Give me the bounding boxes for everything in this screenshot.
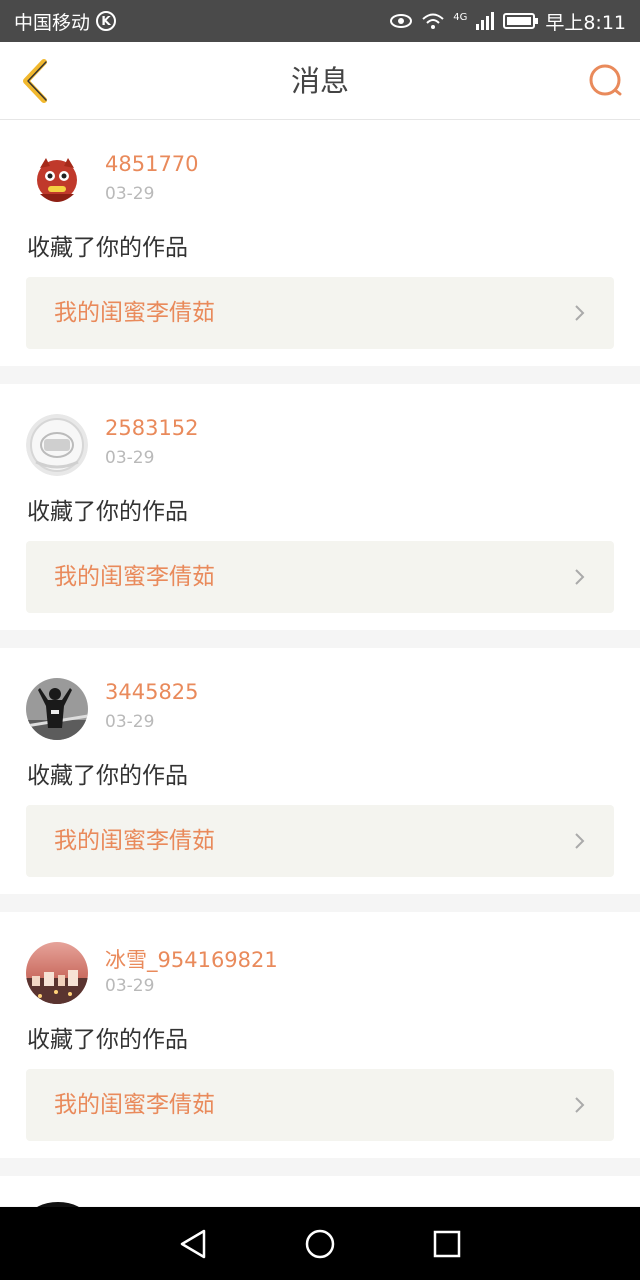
username[interactable]: 冰雪_954169821: [105, 944, 278, 974]
chevron-right-icon: [575, 305, 585, 321]
message-date: 03-29: [105, 976, 155, 996]
system-recents-button[interactable]: [429, 1226, 465, 1262]
work-title: 我的闺蜜李倩茹: [54, 828, 215, 854]
system-home-button[interactable]: [302, 1226, 338, 1262]
sunset-town-avatar[interactable]: [26, 942, 88, 1004]
username[interactable]: 4851770: [105, 152, 199, 176]
action-text: 收藏了你的作品: [27, 499, 188, 525]
triangle-back-icon: [181, 1229, 206, 1258]
username[interactable]: 3445825: [105, 680, 199, 704]
work-link[interactable]: 我的闺蜜李倩茹: [26, 541, 614, 613]
action-text: 收藏了你的作品: [27, 1027, 188, 1053]
chevron-right-icon: [575, 569, 585, 585]
carrier-badge-icon: K: [96, 11, 117, 31]
message-date: 03-29: [105, 184, 155, 204]
red-dragon-avatar[interactable]: [26, 150, 88, 212]
work-title: 我的闺蜜李倩茹: [54, 300, 215, 326]
signal-icon: [476, 12, 495, 30]
work-link[interactable]: 我的闺蜜李倩茹: [26, 277, 614, 349]
header-bar: 消息: [0, 42, 640, 120]
back-button[interactable]: [14, 56, 54, 106]
work-title: 我的闺蜜李倩茹: [54, 564, 215, 590]
system-back-button[interactable]: [175, 1226, 211, 1262]
work-title: 我的闺蜜李倩茹: [54, 1092, 215, 1118]
next-message-card-partial: [0, 1176, 640, 1206]
chevron-right-icon: [575, 833, 585, 849]
chevron-right-icon: [575, 1097, 585, 1113]
message-date: 03-29: [105, 712, 155, 732]
search-icon: [589, 64, 622, 96]
message-date: 03-29: [105, 448, 155, 468]
action-text: 收藏了你的作品: [27, 235, 188, 261]
person-photo-avatar[interactable]: [26, 678, 88, 740]
back-chevron-icon: [23, 59, 47, 103]
network-type: 4G: [453, 12, 468, 23]
search-button[interactable]: [586, 61, 626, 101]
username[interactable]: 2583152: [105, 416, 199, 440]
circle-home-icon: [305, 1229, 335, 1258]
message-card: 4851770 03-29 收藏了你的作品 我的闺蜜李倩茹: [0, 120, 640, 366]
wifi-icon: [422, 13, 444, 29]
message-list: 4851770 03-29 收藏了你的作品 我的闺蜜李倩茹 2583152 03…: [0, 120, 640, 1176]
work-link[interactable]: 我的闺蜜李倩茹: [26, 805, 614, 877]
page-title: 消息: [290, 64, 349, 98]
white-globe-avatar[interactable]: [26, 414, 88, 476]
work-link[interactable]: 我的闺蜜李倩茹: [26, 1069, 614, 1141]
message-card: 3445825 03-29 收藏了你的作品 我的闺蜜李倩茹: [0, 648, 640, 894]
message-card: 冰雪_954169821 03-29 收藏了你的作品 我的闺蜜李倩茹: [0, 912, 640, 1158]
action-text: 收藏了你的作品: [27, 763, 188, 789]
message-card: 2583152 03-29 收藏了你的作品 我的闺蜜李倩茹: [0, 384, 640, 630]
status-bar: 中国移动 K 4G 早上8:11: [0, 0, 640, 42]
system-nav-bar: [0, 1207, 640, 1280]
battery-icon: [503, 13, 539, 29]
carrier-group: 中国移动 K: [14, 8, 117, 35]
eye-icon: [390, 14, 413, 28]
status-icons: 4G 早上8:11: [389, 8, 626, 35]
carrier-name: 中国移动: [14, 11, 91, 34]
square-recents-icon: [433, 1230, 460, 1257]
clock: 早上8:11: [545, 11, 626, 34]
